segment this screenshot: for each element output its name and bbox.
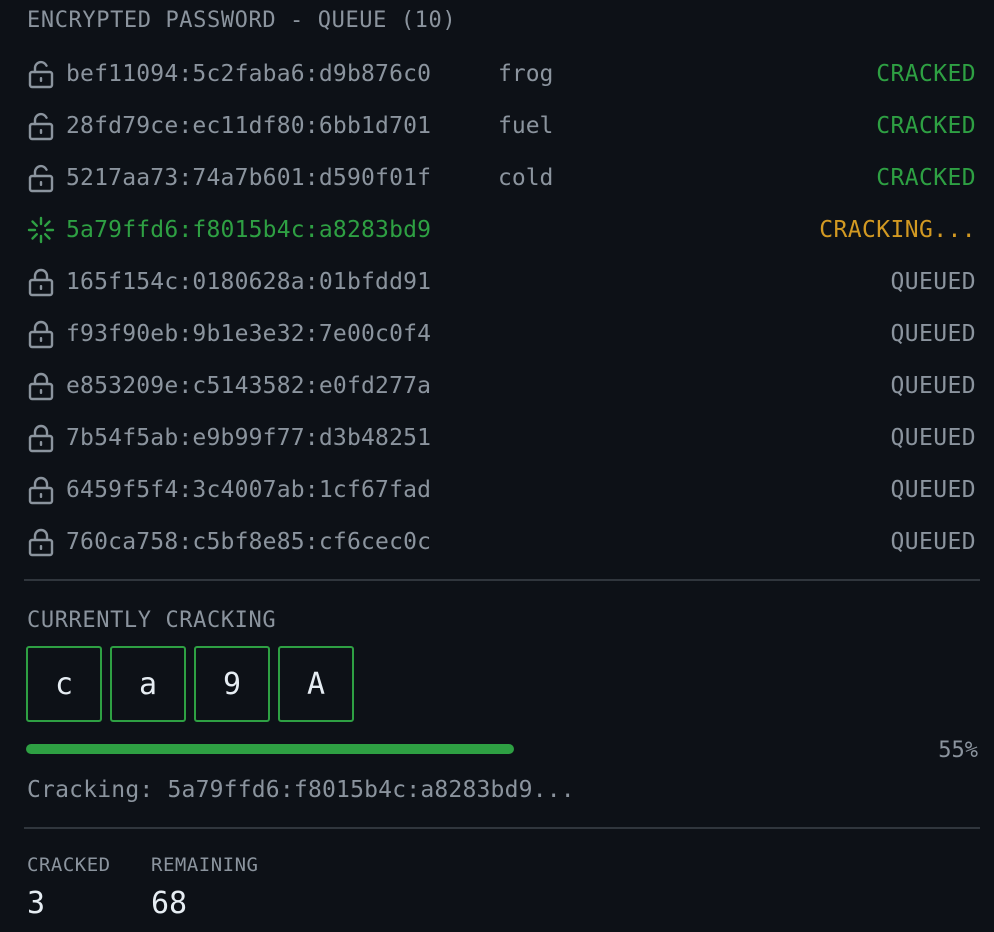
queue-row-status: CRACKED bbox=[876, 165, 976, 191]
lock-icon bbox=[26, 370, 56, 402]
divider bbox=[24, 579, 980, 581]
lock-icon bbox=[26, 526, 56, 558]
lock-icon bbox=[26, 266, 56, 298]
stat-remaining: REMAINING 68 bbox=[151, 854, 258, 921]
divider bbox=[24, 827, 980, 829]
guess-char-box: A bbox=[278, 646, 354, 722]
queue-row-hash: 760ca758:c5bf8e85:cf6cec0c bbox=[66, 529, 432, 555]
stat-cracked-value: 3 bbox=[27, 886, 46, 921]
cracking-status-line: Cracking: 5a79ffd6:f8015b4c:a8283bd9... bbox=[27, 777, 575, 803]
queue-row-hash: 5217aa73:74a7b601:d590f01f bbox=[66, 165, 432, 191]
queue-row-hash: 5a79ffd6:f8015b4c:a8283bd9 bbox=[66, 217, 432, 243]
queue-row-status: QUEUED bbox=[890, 373, 976, 399]
stat-remaining-value: 68 bbox=[151, 886, 188, 921]
stat-cracked-label: CRACKED bbox=[27, 854, 111, 876]
queue-row-plaintext: cold bbox=[498, 165, 554, 191]
queue-row-status: CRACKING... bbox=[819, 217, 976, 243]
queue-row-status: QUEUED bbox=[890, 425, 976, 451]
queue-row-hash: e853209e:c5143582:e0fd277a bbox=[66, 373, 432, 399]
unlock-icon bbox=[26, 58, 56, 90]
queue-row-status: QUEUED bbox=[890, 477, 976, 503]
stat-cracked: CRACKED 3 bbox=[27, 854, 111, 921]
current-guess-chars: ca9A bbox=[26, 646, 354, 722]
queue-row-plaintext: fuel bbox=[498, 113, 554, 139]
spinner-icon bbox=[26, 214, 56, 246]
queue-title: ENCRYPTED PASSWORD - QUEUE (10) bbox=[27, 8, 457, 33]
queue-row-hash: 28fd79ce:ec11df80:6bb1d701 bbox=[66, 113, 432, 139]
queue-row: 6459f5f4:3c4007ab:1cf67fad QUEUED bbox=[26, 464, 978, 516]
current-title: CURRENTLY CRACKING bbox=[27, 608, 277, 633]
unlock-icon bbox=[26, 110, 56, 142]
queue-row-status: QUEUED bbox=[890, 321, 976, 347]
lock-icon bbox=[26, 422, 56, 454]
lock-icon bbox=[26, 318, 56, 350]
password-queue-list: bef11094:5c2faba6:d9b876c0 frog CRACKED 28f… bbox=[26, 48, 978, 568]
queue-row: bef11094:5c2faba6:d9b876c0 frog CRACKED bbox=[26, 48, 978, 100]
lock-icon bbox=[26, 474, 56, 506]
queue-row-status: QUEUED bbox=[890, 529, 976, 555]
queue-row-plaintext: frog bbox=[498, 61, 554, 87]
queue-row: 165f154c:0180628a:01bfdd91 QUEUED bbox=[26, 256, 978, 308]
queue-row-hash: f93f90eb:9b1e3e32:7e00c0f4 bbox=[66, 321, 432, 347]
queue-row: 28fd79ce:ec11df80:6bb1d701 fuel CRACKED bbox=[26, 100, 978, 152]
queue-row: 5217aa73:74a7b601:d590f01f cold CRACKED bbox=[26, 152, 978, 204]
progress-bar-fill bbox=[26, 744, 515, 754]
queue-row-status: CRACKED bbox=[876, 61, 976, 87]
queue-row-status: CRACKED bbox=[876, 113, 976, 139]
queue-row-status: QUEUED bbox=[890, 269, 976, 295]
progress-percent: 55% bbox=[938, 738, 978, 763]
queue-row-hash: 165f154c:0180628a:01bfdd91 bbox=[66, 269, 432, 295]
queue-row-hash: 7b54f5ab:e9b99f77:d3b48251 bbox=[66, 425, 432, 451]
queue-row: f93f90eb:9b1e3e32:7e00c0f4 QUEUED bbox=[26, 308, 978, 360]
cracker-panel: ENCRYPTED PASSWORD - QUEUE (10) bef11094… bbox=[0, 0, 994, 932]
queue-row: e853209e:c5143582:e0fd277a QUEUED bbox=[26, 360, 978, 412]
guess-char-box: c bbox=[26, 646, 102, 722]
queue-row-hash: 6459f5f4:3c4007ab:1cf67fad bbox=[66, 477, 432, 503]
progress-bar bbox=[26, 744, 896, 754]
queue-row: 760ca758:c5bf8e85:cf6cec0c QUEUED bbox=[26, 516, 978, 568]
guess-char-box: 9 bbox=[194, 646, 270, 722]
queue-row-hash: bef11094:5c2faba6:d9b876c0 bbox=[66, 61, 432, 87]
queue-row: 5a79ffd6:f8015b4c:a8283bd9 CRACKING... bbox=[26, 204, 978, 256]
stat-remaining-label: REMAINING bbox=[151, 854, 259, 876]
guess-char-box: a bbox=[110, 646, 186, 722]
queue-row: 7b54f5ab:e9b99f77:d3b48251 QUEUED bbox=[26, 412, 978, 464]
unlock-icon bbox=[26, 162, 56, 194]
